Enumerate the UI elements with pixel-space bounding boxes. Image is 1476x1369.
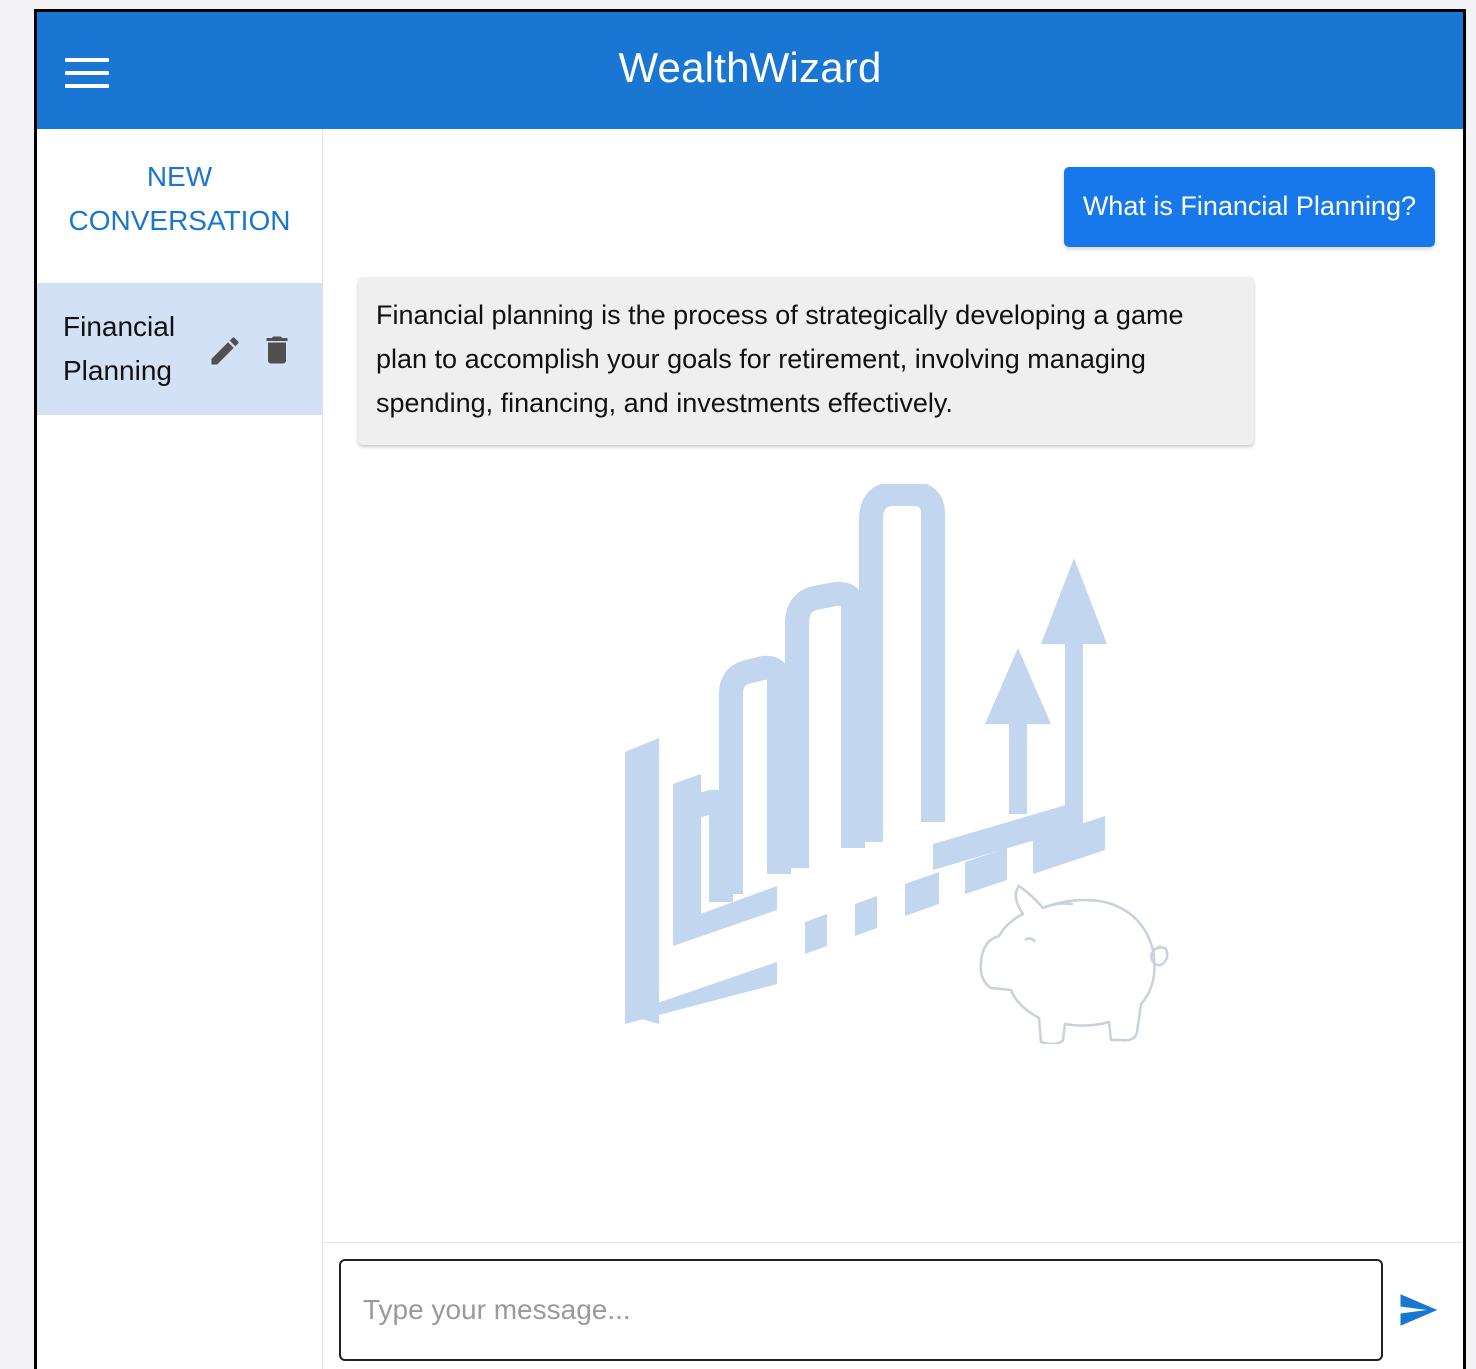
- chat-panel: What is Financial Planning? Financial pl…: [323, 129, 1463, 1369]
- new-conversation-button[interactable]: NEW CONVERSATION: [37, 155, 322, 243]
- assistant-message-bubble: Financial planning is the process of str…: [358, 277, 1254, 445]
- conversation-item-financial-planning[interactable]: Financial Planning: [37, 283, 322, 415]
- send-icon[interactable]: [1395, 1289, 1441, 1331]
- growth-chart-piggy-bank-illustration: [613, 482, 1183, 1046]
- app-window: WealthWizard NEW CONVERSATION Financial …: [34, 9, 1466, 1369]
- new-conversation-label: NEW CONVERSATION: [68, 161, 291, 236]
- app-title: WealthWizard: [618, 44, 882, 91]
- user-message-bubble: What is Financial Planning?: [1063, 167, 1435, 247]
- pencil-icon[interactable]: [207, 333, 243, 369]
- app-bar: WealthWizard: [37, 12, 1463, 129]
- sidebar: NEW CONVERSATION Financial Planning: [37, 129, 323, 1369]
- message-input[interactable]: [339, 1259, 1383, 1361]
- trash-icon[interactable]: [259, 331, 295, 369]
- conversation-title: Financial Planning: [63, 311, 176, 386]
- composer-divider: [323, 1242, 1463, 1243]
